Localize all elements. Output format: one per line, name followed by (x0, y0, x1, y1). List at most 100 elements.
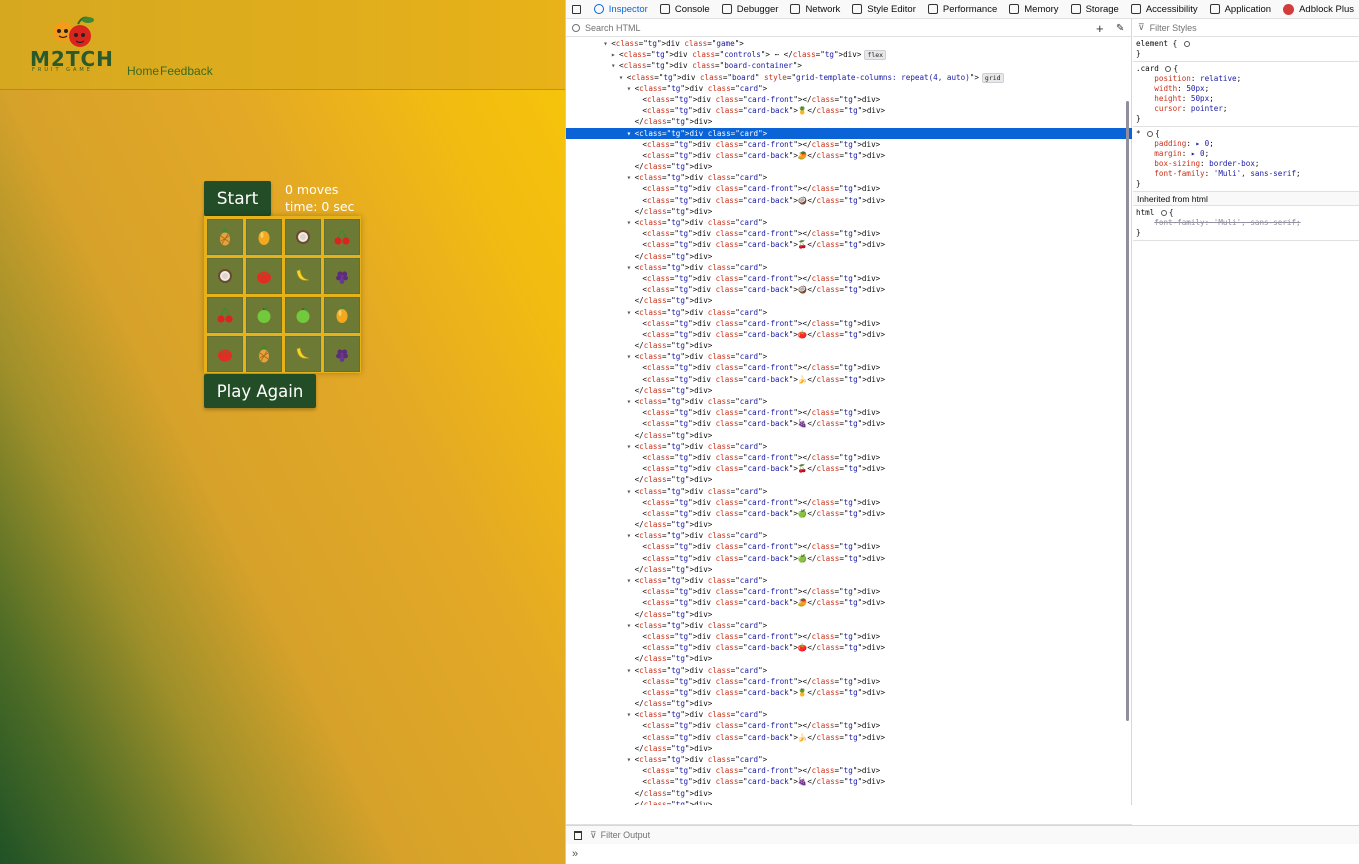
card-front-node[interactable]: <class="tg">div class="card-front"></cla… (566, 541, 1132, 552)
rule-close[interactable]: } (1136, 179, 1357, 189)
rule-declaration[interactable]: margin: ▸ 0; (1136, 149, 1357, 159)
card-node[interactable]: ▾ <class="tg">div class="card"> (566, 262, 1132, 273)
card-back-node[interactable]: <class="tg">div class="card-back">🍍</cla… (566, 105, 1132, 116)
expand-arrow-icon[interactable]: ▾ (627, 709, 635, 720)
card-cherries[interactable] (207, 297, 243, 333)
expand-arrow-icon[interactable]: ▾ (627, 575, 635, 586)
card-back-node[interactable]: <class="tg">div class="card-back">🍅</cla… (566, 329, 1132, 340)
start-button[interactable]: Start (204, 181, 271, 216)
expand-arrow-icon[interactable]: ▾ (627, 754, 635, 765)
card-back-node[interactable]: <class="tg">div class="card-back">🍒</cla… (566, 239, 1132, 250)
card-front-node[interactable]: <class="tg">div class="card-front"></cla… (566, 94, 1132, 105)
rule-declaration[interactable]: font-family: 'Muli', sans-serif; (1136, 218, 1357, 228)
nav-home-link[interactable]: Home (127, 64, 159, 78)
expand-arrow-icon[interactable]: ▾ (627, 172, 635, 183)
tab-accessibility[interactable]: Accessibility (1125, 0, 1204, 19)
expand-arrow-icon[interactable]: ▾ (619, 72, 627, 83)
card-back-node[interactable]: <class="tg">div class="card-back">🍍</cla… (566, 687, 1132, 698)
rule-declaration[interactable]: cursor: pointer; (1136, 104, 1357, 114)
card-back-node[interactable]: <class="tg">div class="card-back">🥭</cla… (566, 150, 1132, 161)
nav-feedback-link[interactable]: Feedback (160, 64, 213, 78)
expand-arrow-icon[interactable]: ▾ (627, 396, 635, 407)
card-node[interactable]: ▾ <class="tg">div class="card"> (566, 665, 1132, 676)
tab-storage[interactable]: Storage (1065, 0, 1125, 19)
markup-line[interactable]: ▾ <class="tg">div class="board" style="gr… (566, 72, 1132, 83)
expand-arrow-icon[interactable]: ▾ (627, 83, 635, 94)
expand-arrow-icon[interactable]: ▾ (627, 307, 635, 318)
tab-debugger[interactable]: Debugger (716, 0, 785, 19)
expand-arrow-icon[interactable]: ▾ (627, 351, 635, 362)
collapse-arrow-icon[interactable]: ▸ (611, 49, 619, 60)
tab-console[interactable]: Console (654, 0, 716, 19)
card-pineapple[interactable] (207, 219, 243, 255)
markup-line[interactable]: ▾ <class="tg">div class="game"> (566, 38, 1132, 49)
card-front-node[interactable]: <class="tg">div class="card-front"></cla… (566, 362, 1132, 373)
card-node[interactable]: ▾ <class="tg">div class="card"> (566, 575, 1132, 586)
card-node[interactable]: ▾ <class="tg">div class="card"> (566, 172, 1132, 183)
card-back-node[interactable]: <class="tg">div class="card-back">🍌</cla… (566, 732, 1132, 743)
expand-arrow-icon[interactable]: ▾ (611, 60, 619, 71)
card-front-node[interactable]: <class="tg">div class="card-front"></cla… (566, 273, 1132, 284)
markup-line[interactable]: ▾ <class="tg">div class="board-container"… (566, 60, 1132, 71)
card-mango[interactable] (324, 297, 360, 333)
closing-tag[interactable]: </class="tg">div> (566, 116, 1132, 127)
card-front-node[interactable]: <class="tg">div class="card-front"></cla… (566, 452, 1132, 463)
grid-badge[interactable]: grid (981, 72, 1004, 83)
closing-tag[interactable]: </class="tg">div> (566, 430, 1132, 441)
filter-styles-input[interactable]: ⊽ Filter Styles (1133, 19, 1359, 37)
card-node[interactable]: ▾ <class="tg">div class="card"> (566, 351, 1132, 362)
expand-arrow-icon[interactable]: ▾ (603, 38, 611, 49)
gear-icon[interactable] (1165, 66, 1172, 72)
tab-network[interactable]: Network (784, 0, 846, 19)
closing-tag[interactable]: </class="tg">div> (566, 474, 1132, 485)
trash-icon[interactable] (574, 830, 582, 840)
card-back-node[interactable]: <class="tg">div class="card-back">🥥</cla… (566, 284, 1132, 295)
closing-tag[interactable]: </class="tg">div> (566, 698, 1132, 709)
expand-arrow-icon[interactable]: ▾ (627, 486, 635, 497)
expand-arrow-icon[interactable]: ▾ (627, 530, 635, 541)
card-green-apple[interactable] (246, 297, 282, 333)
expand-arrow-icon[interactable]: ▾ (627, 262, 635, 273)
tab-memory[interactable]: Memory (1003, 0, 1064, 19)
card-node[interactable]: ▾ <class="tg">div class="card"> (566, 307, 1132, 318)
closing-tag[interactable]: </class="tg">div> (566, 161, 1132, 172)
card-back-node[interactable]: <class="tg">div class="card-back">🍒</cla… (566, 463, 1132, 474)
card-tomato[interactable] (207, 336, 243, 372)
rule-declaration[interactable]: position: relative; (1136, 74, 1357, 84)
closing-tag[interactable]: </class="tg">div> (566, 609, 1132, 620)
tab-inspector[interactable]: Inspector (588, 0, 654, 19)
card-node[interactable]: ▾ <class="tg">div class="card"> (566, 754, 1132, 765)
card-node[interactable]: ▾ <class="tg">div class="card"> (566, 83, 1132, 94)
tab-adblock-plus[interactable]: Adblock Plus (1277, 0, 1359, 19)
search-html-input[interactable]: Search HTML (566, 19, 1131, 37)
card-front-node[interactable]: <class="tg">div class="card-front"></cla… (566, 228, 1132, 239)
closing-tag[interactable]: </class="tg">div> (566, 206, 1132, 217)
expand-arrow-icon[interactable]: ▾ (627, 441, 635, 452)
closing-tag[interactable]: </class="tg">div> (566, 519, 1132, 530)
rule-declaration[interactable]: padding: ▸ 0; (1136, 139, 1357, 149)
rule-declaration[interactable]: font-family: 'Muli', sans-serif; (1136, 169, 1357, 179)
card-pineapple[interactable] (246, 336, 282, 372)
closing-tag[interactable]: </class="tg">div> (566, 564, 1132, 575)
tab-style-editor[interactable]: Style Editor (846, 0, 922, 19)
card-front-node[interactable]: <class="tg">div class="card-front"></cla… (566, 497, 1132, 508)
console-input[interactable]: » (566, 844, 1359, 864)
gear-icon[interactable] (1160, 210, 1167, 216)
card-back-node[interactable]: <class="tg">div class="card-back">🍏</cla… (566, 508, 1132, 519)
closing-tag[interactable]: </class="tg">div> (566, 385, 1132, 396)
play-again-button[interactable]: Play Again (204, 374, 316, 408)
card-front-node[interactable]: <class="tg">div class="card-front"></cla… (566, 720, 1132, 731)
card-front-node[interactable]: <class="tg">div class="card-front"></cla… (566, 765, 1132, 776)
card-green-apple[interactable] (285, 297, 321, 333)
tab-performance[interactable]: Performance (922, 0, 1003, 19)
closing-tag[interactable]: </class="tg">div> (566, 788, 1132, 799)
rule-declaration[interactable]: height: 50px; (1136, 94, 1357, 104)
card-front-node[interactable]: <class="tg">div class="card-front"></cla… (566, 586, 1132, 597)
eyedropper-icon[interactable]: ✎ (1116, 23, 1124, 34)
card-grapes[interactable] (324, 336, 360, 372)
closing-tag[interactable]: </class="tg">div> (566, 340, 1132, 351)
rule-selector[interactable]: .card { (1136, 64, 1357, 74)
rule-declaration[interactable]: width: 50px; (1136, 84, 1357, 94)
selected-card-node[interactable]: ▾ <class="tg">div class="card"> (566, 127, 1132, 139)
card-back-node[interactable]: <class="tg">div class="card-back">🥥</cla… (566, 195, 1132, 206)
